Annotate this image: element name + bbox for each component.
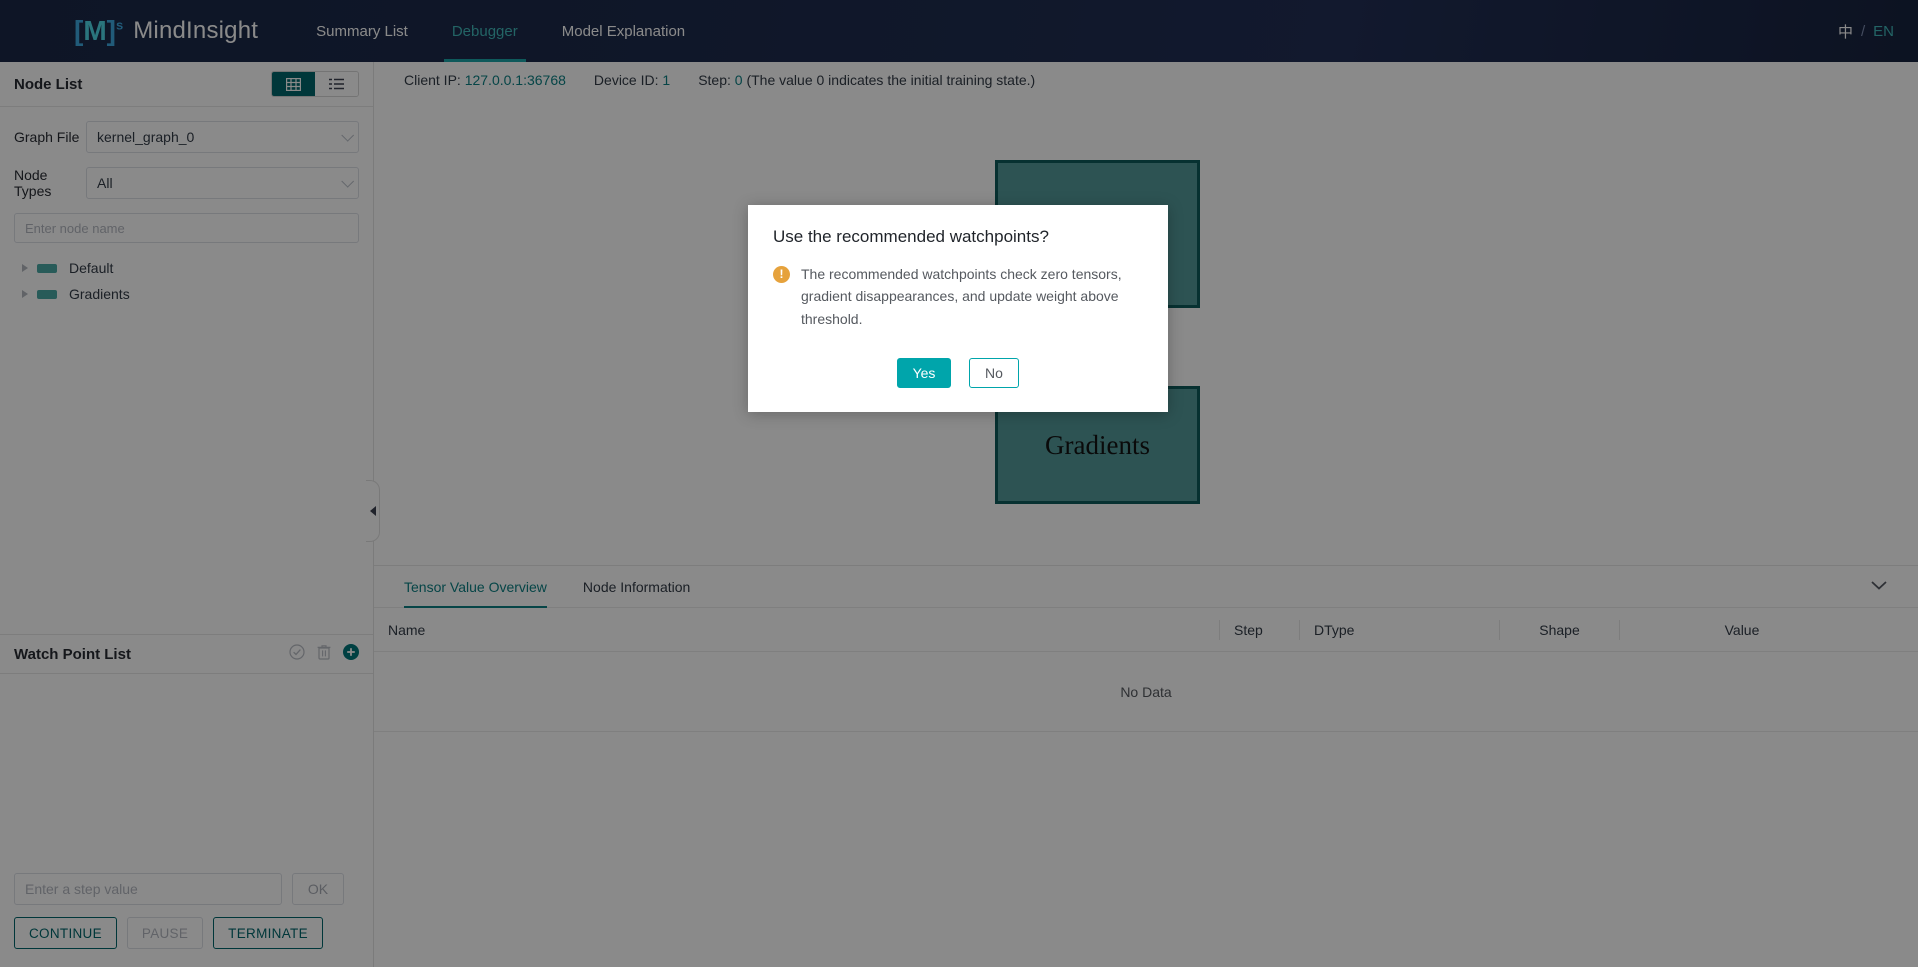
modal-overlay[interactable] [0, 0, 1918, 967]
dialog-no-button[interactable]: No [969, 358, 1019, 388]
recommended-watchpoints-dialog: Use the recommended watchpoints? ! The r… [748, 205, 1168, 412]
dialog-yes-button[interactable]: Yes [897, 358, 951, 388]
dialog-message: The recommended watchpoints check zero t… [801, 263, 1143, 330]
dialog-actions: Yes No [773, 358, 1143, 388]
app-root: [M]s MindInsight Summary List Debugger M… [0, 0, 1918, 967]
dialog-title: Use the recommended watchpoints? [773, 227, 1143, 247]
warning-icon: ! [773, 266, 790, 283]
dialog-body: ! The recommended watchpoints check zero… [773, 263, 1143, 330]
